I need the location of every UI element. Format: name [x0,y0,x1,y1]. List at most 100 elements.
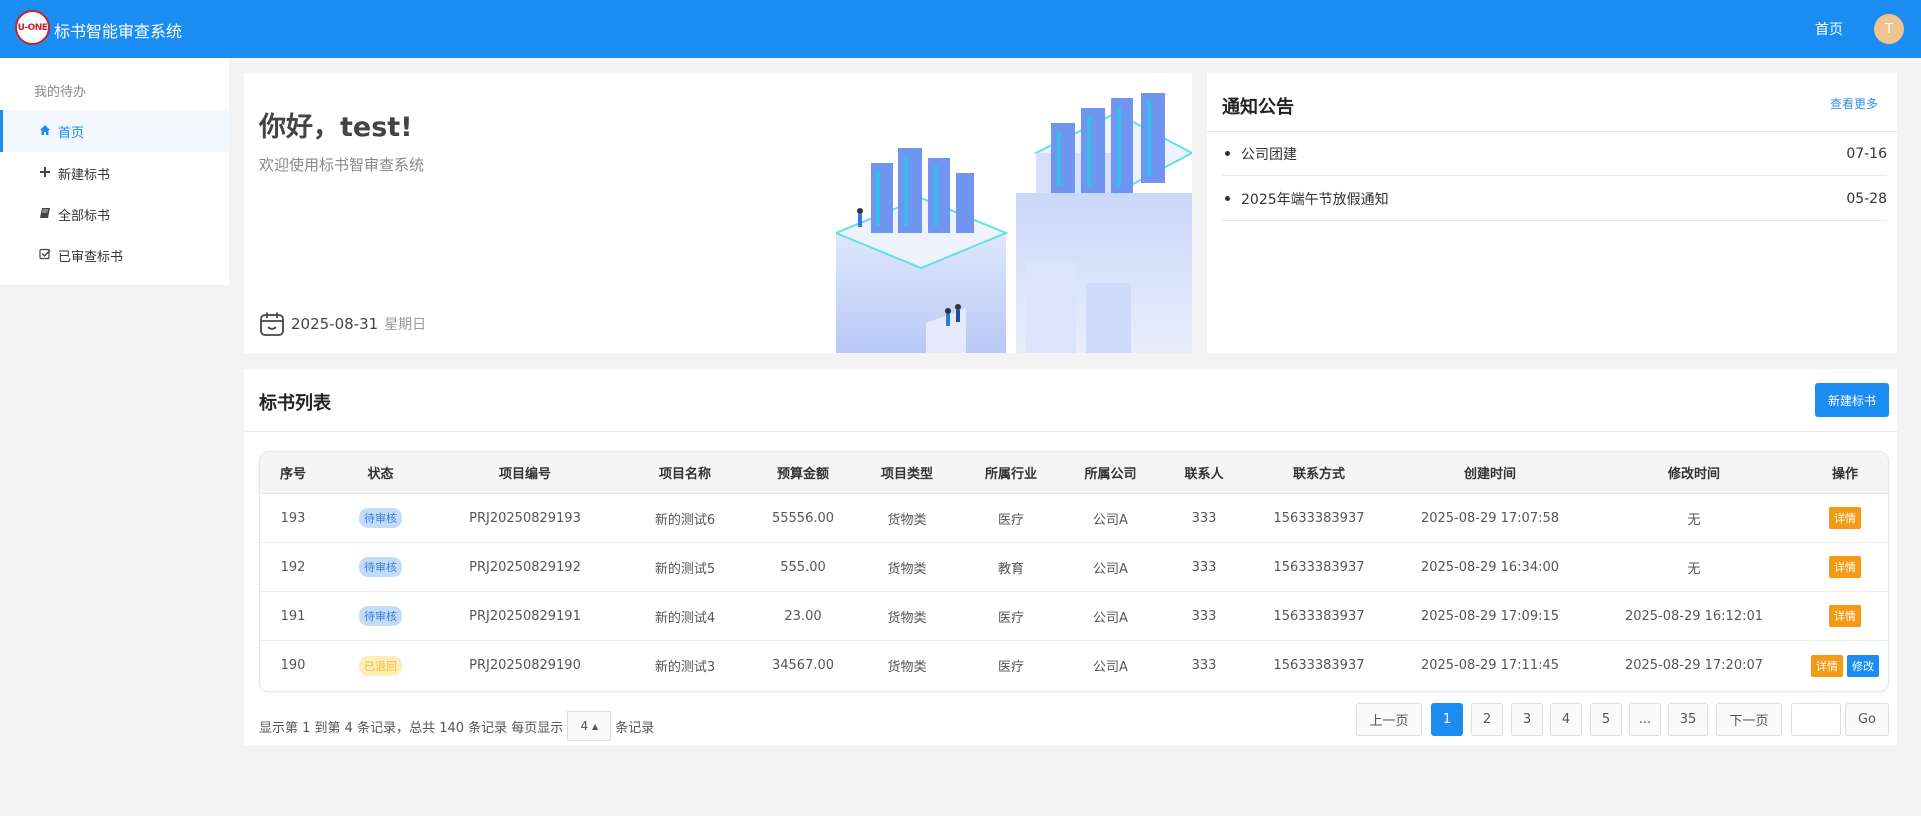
sidebar-item-label: 首页 [58,125,85,141]
cell-modified: 无 [1687,512,1701,528]
notice-item[interactable]: 公司团建 07-16 [1222,132,1887,176]
cell-budget: 55556.00 [771,510,835,526]
column-header: 修改时间 [1667,467,1720,482]
cell-name: 新的测试3 [654,660,716,675]
column-header: 创建时间 [1463,467,1516,482]
sidebar-item-label: 全部标书 [58,208,111,224]
plus-icon [38,166,52,181]
top-bar: U-ONE 标书智能审查系统 首页 T [0,0,1921,58]
notice-item[interactable]: 2025年端午节放假通知 05-28 [1222,177,1887,221]
cell-industry: 医疗 [997,660,1024,675]
cell-name: 新的测试4 [654,610,716,626]
sidebar-header: 我的待办 [34,85,87,100]
page-button-5[interactable]: 5 [1590,703,1622,736]
notice-card: 通知公告 查看更多 公司团建 07-16 2025年端午节放假通知 05-28 [1207,73,1897,353]
cell-company: 公司A [1093,561,1128,577]
column-header: 联系方式 [1292,467,1345,482]
sidebar-item-reviewed-bids[interactable]: 已审查标书 [0,234,229,276]
page-button-35[interactable]: 35 [1668,703,1708,736]
new-bid-button[interactable]: 新建标书 [1815,383,1889,417]
cell-budget: 23.00 [784,608,822,624]
sidebar-item-new-bid[interactable]: 新建标书 [0,152,229,194]
pagination-info-suffix: 条记录 [615,720,655,736]
user-avatar[interactable]: T [1874,14,1904,44]
cell-budget: 555.00 [780,559,826,575]
calendar-icon [259,311,285,337]
detail-button[interactable]: 详情 [1829,507,1861,529]
bid-list-title: 标书列表 [259,393,331,414]
cell-modified: 2025-08-29 16:12:01 [1624,608,1764,624]
logo-text: U-ONE [17,22,48,33]
cell-type: 货物类 [887,610,927,626]
page-button-3[interactable]: 3 [1511,703,1543,736]
notice-title: 通知公告 [1222,97,1294,118]
cell-id: 193 [280,510,306,526]
cell-created: 2025-08-29 17:09:15 [1420,608,1560,624]
sidebar: 我的待办 首页 新建标书 全部标书 已审查标书 [0,58,229,285]
detail-button[interactable]: 详情 [1829,556,1861,578]
column-header: 状态 [367,467,394,482]
cell-status: 已退回 [326,641,435,690]
cell-contact: 333 [1191,608,1217,624]
cell-actions: 详情 [1800,592,1888,640]
cell-status: 待审核 [326,494,435,542]
isometric-city-illustration [836,93,1192,353]
page-button-4[interactable]: 4 [1550,703,1582,736]
notice-item-date: 05-28 [1846,190,1887,207]
greeting: 你好，test! [259,112,413,143]
bullet-icon [1225,151,1230,156]
bid-table: 序号 状态 项目编号 项目名称 预算金额 项目类型 所属行业 所属公司 联系人 … [259,451,1889,692]
edit-button[interactable]: 修改 [1847,654,1879,677]
nav-home-link[interactable]: 首页 [1815,19,1843,39]
cell-industry: 医疗 [997,512,1024,528]
cell-code: PRJ20250829193 [469,510,581,526]
detail-button[interactable]: 详情 [1811,654,1843,677]
caret-up-icon: ▲ [591,721,599,731]
cell-contact: 333 [1191,559,1217,575]
page-jump-input[interactable] [1791,703,1841,736]
notice-item-title: 公司团建 [1241,146,1297,163]
cell-status: 待审核 [326,543,435,591]
sidebar-item-all-bids[interactable]: 全部标书 [0,193,229,235]
cell-created: 2025-08-29 17:07:58 [1420,510,1560,526]
page-button-1[interactable]: 1 [1431,703,1463,736]
date-row: 2025-08-31 星期日 [259,311,426,337]
detail-button[interactable]: 详情 [1829,605,1861,627]
page-size-select[interactable]: 4 ▲ [567,711,612,741]
cell-modified: 无 [1687,561,1701,577]
table-row: 191 待审核 PRJ20250829191 新的测试4 23.00 货物类 医… [260,592,1888,641]
cell-code: PRJ20250829192 [469,559,581,575]
current-weekday: 星期日 [384,317,427,333]
column-header: 序号 [279,467,306,482]
cell-id: 190 [280,658,306,673]
cell-code: PRJ20250829191 [469,608,581,624]
sidebar-item-home[interactable]: 首页 [0,110,229,152]
prev-page-button[interactable]: 上一页 [1356,703,1422,736]
notice-more-link[interactable]: 查看更多 [1830,95,1878,112]
app-logo[interactable]: U-ONE [15,10,50,45]
cell-phone: 15633383937 [1273,559,1365,575]
cell-created: 2025-08-29 16:34:00 [1420,559,1560,575]
sidebar-item-label: 新建标书 [58,167,111,183]
notice-item-date: 07-16 [1846,145,1887,162]
go-button[interactable]: Go [1845,703,1889,736]
cell-phone: 15633383937 [1273,658,1365,673]
cell-industry: 教育 [997,561,1024,577]
status-badge: 待审核 [359,508,402,528]
cell-contact: 333 [1191,658,1217,673]
sidebar-item-label: 已审查标书 [58,249,124,265]
welcome-subtitle: 欢迎使用标书智审查系统 [259,156,425,174]
column-header: 预算金额 [776,467,829,482]
cell-code: PRJ20250829190 [469,658,581,673]
cell-type: 货物类 [887,512,927,528]
pagination-info: 显示第 1 到第 4 条记录，总共 140 条记录 每页显示 4 ▲ 条记录 [259,711,654,741]
table-row: 193 待审核 PRJ20250829193 新的测试6 55556.00 货物… [260,494,1888,543]
page-button-2[interactable]: 2 [1471,703,1503,736]
next-page-button[interactable]: 下一页 [1716,703,1782,736]
notice-item-title: 2025年端午节放假通知 [1241,191,1389,208]
current-date: 2025-08-31 [291,315,379,333]
cell-status: 待审核 [326,592,435,640]
bid-list-card: 标书列表 新建标书 序号 状态 项目编号 项目名称 预算金额 项目类型 所属行业… [244,369,1897,745]
table-header: 序号 状态 项目编号 项目名称 预算金额 项目类型 所属行业 所属公司 联系人 … [260,452,1888,494]
cell-modified: 2025-08-29 17:20:07 [1624,658,1764,673]
